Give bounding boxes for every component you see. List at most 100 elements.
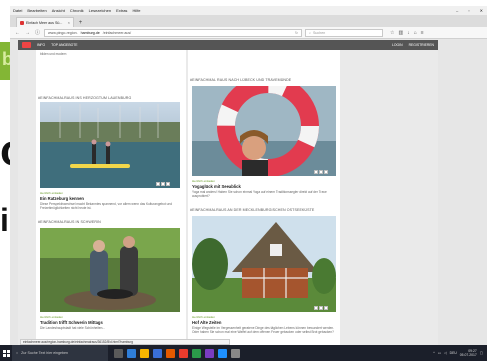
notification-icon[interactable]: ▢: [480, 351, 483, 355]
card-title[interactable]: Tradition trifft Schwerin Mittags: [40, 320, 103, 325]
browser-tab[interactable]: Einfach Meer aus Sü... ×: [16, 17, 74, 27]
windows-icon: [2, 349, 10, 357]
house-photo: [192, 216, 336, 312]
clock[interactable]: 09:27 05.07.2017: [460, 349, 477, 357]
start-button[interactable]: [0, 345, 12, 361]
tab-title: Einfach Meer aus Sü...: [26, 20, 63, 25]
login-link[interactable]: LOGIN: [392, 43, 403, 47]
clock-date: 05.07.2017: [459, 353, 477, 357]
toolbar-icons: ☆ ▥ ↓ ⌂ ≡: [390, 30, 424, 36]
url-host: hamburg.de: [80, 30, 100, 35]
search-icon: ○: [16, 351, 19, 355]
card-title[interactable]: Ein Ratzeburg kennen: [40, 196, 84, 201]
site-account-links: LOGIN REGISTRIEREN: [392, 43, 434, 47]
navigation-bar: ← → ⓘ www.pingo-region. hamburg.de/einfac…: [10, 27, 487, 39]
volume-icon[interactable]: ◁: [444, 351, 447, 355]
menu-ansicht[interactable]: Ansicht: [52, 8, 65, 13]
card-title[interactable]: Yogaglück mit Seeablick: [192, 184, 241, 189]
card-text: Einige Wegstelle im Vergessenheit gerate…: [192, 326, 335, 334]
menu-hamburger-icon[interactable]: ≡: [421, 30, 424, 36]
paddle-photo: [40, 102, 180, 188]
language-indicator[interactable]: DEU: [450, 351, 457, 355]
taskbar-app-icon[interactable]: [114, 348, 123, 358]
taskbar-app-icon[interactable]: [179, 348, 188, 358]
section-heading-mecklenburg: #EINFACHMALRAUS AN DER MECKLENBURGISCHEN…: [190, 208, 315, 212]
library-icon[interactable]: ▥: [398, 30, 403, 36]
info-icon[interactable]: ⓘ: [34, 29, 41, 36]
taskbar-search[interactable]: ○ Zur Suche Text hier eingeben: [12, 345, 108, 361]
url-bar[interactable]: www.pingo-region. hamburg.de/einfachmeer.…: [44, 28, 302, 37]
chevron-up-icon[interactable]: ^: [433, 351, 435, 355]
download-icon[interactable]: ↓: [407, 30, 410, 36]
site-nav-info[interactable]: INFO: [37, 43, 45, 47]
bookmark-star-icon[interactable]: ☆: [390, 30, 394, 36]
menu-lesezeichen[interactable]: Lesezeichen: [89, 8, 111, 13]
card-image-paddle[interactable]: [40, 102, 180, 188]
left-column: bilden und modern #EINFACHMALRAUS INS HE…: [36, 50, 186, 345]
card-text: Diese Perspektivwechsel macht Bekanntes …: [40, 202, 173, 210]
card-image-cooking[interactable]: [40, 228, 180, 312]
taskbar-app-icon[interactable]: [140, 348, 149, 358]
gallery-dots[interactable]: [314, 170, 328, 174]
taskbar-app-icon[interactable]: [153, 348, 162, 358]
search-input[interactable]: ⌕ Suchen: [305, 28, 383, 37]
favicon-icon: [20, 20, 24, 25]
menu-datei[interactable]: Datei: [13, 8, 22, 13]
taskbar-app-icon[interactable]: [218, 348, 227, 358]
forward-icon[interactable]: →: [24, 29, 31, 36]
network-icon[interactable]: ▭: [438, 351, 441, 355]
url-path: /einfachmeer.aus/: [102, 30, 132, 35]
card-title[interactable]: Hof Alte Zeiten: [192, 320, 221, 325]
tab-close-icon[interactable]: ×: [68, 20, 70, 25]
taskbar-apps: [114, 348, 240, 358]
card-image-house[interactable]: [192, 216, 336, 312]
card-image-lifebuoy[interactable]: [192, 86, 336, 176]
menu-chronik[interactable]: Chronik: [70, 8, 84, 13]
minimize-button[interactable]: –: [456, 8, 458, 13]
card-meta: Herzlich einladen: [192, 315, 216, 319]
taskbar: ○ Zur Suche Text hier eingeben ^ ▭ ◁ DEU…: [0, 345, 487, 361]
gallery-dots[interactable]: [156, 182, 170, 186]
taskbar-app-icon[interactable]: [192, 348, 201, 358]
lifebuoy-photo: [192, 86, 336, 176]
card-meta: Herzlich einladen: [40, 191, 64, 195]
left-top-snippet: bilden und modern: [40, 52, 67, 56]
site-header: INFO TOP ANGEBOTE LOGIN REGISTRIEREN: [18, 40, 438, 50]
window-controls: – ▫ ✕: [456, 8, 487, 13]
taskbar-app-icon[interactable]: [205, 348, 214, 358]
tab-bar: Einfach Meer aus Sü... × +: [10, 15, 487, 27]
card-meta: Herzlich einladen: [40, 315, 64, 319]
search-placeholder: Suchen: [313, 30, 326, 35]
browser-window: Datei Bearbeiten Ansicht Chronik Lesezei…: [10, 6, 487, 345]
card-meta: Herzlich einladen: [192, 179, 216, 183]
url-prefix: www.pingo-region.: [48, 30, 78, 35]
menu-extras[interactable]: Extras: [116, 8, 127, 13]
taskbar-search-text: Zur Suche Text hier eingeben: [21, 351, 69, 355]
taskbar-app-icon[interactable]: [127, 348, 136, 358]
gallery-dots[interactable]: [314, 306, 328, 310]
taskbar-app-icon[interactable]: [166, 348, 175, 358]
new-tab-icon[interactable]: +: [76, 18, 85, 27]
right-column: #EINFACHMAL RAUS NACH LÜBECK UND TRAVEMÜ…: [188, 50, 340, 345]
section-heading-luebeck: #EINFACHMAL RAUS NACH LÜBECK UND TRAVEMÜ…: [190, 78, 292, 82]
card-text: Die Landeshauptstadt hat viele Schönheit…: [40, 326, 106, 330]
home-icon[interactable]: ⌂: [414, 30, 417, 36]
menu-hilfe[interactable]: Hilfe: [132, 8, 140, 13]
section-heading-schwerin: #EINFACHMALRAUS IN SCHWERIN: [38, 220, 101, 224]
site-logo[interactable]: [22, 42, 31, 48]
menu-bar: Datei Bearbeiten Ansicht Chronik Lesezei…: [10, 6, 487, 15]
register-link[interactable]: REGISTRIEREN: [409, 43, 434, 47]
system-tray: ^ ▭ ◁ DEU 09:27 05.07.2017 ▢: [433, 349, 487, 357]
reload-icon[interactable]: ↻: [295, 31, 298, 35]
back-icon[interactable]: ←: [14, 29, 21, 36]
card-text: Yoga mal anders! Haben Sie schon einmal …: [192, 190, 327, 198]
site-nav-top-angebote[interactable]: TOP ANGEBOTE: [51, 43, 77, 47]
search-icon: ⌕: [309, 30, 312, 35]
menu-bearbeiten[interactable]: Bearbeiten: [27, 8, 46, 13]
maximize-button[interactable]: ▫: [468, 8, 469, 13]
page-content: bilden und modern #EINFACHMALRAUS INS HE…: [18, 50, 438, 345]
close-button[interactable]: ✕: [480, 8, 483, 13]
cooking-photo: [40, 228, 180, 312]
section-heading-lauenburg: #EINFACHMALRAUS INS HERZOGTUM LAUENBURG: [38, 96, 132, 100]
taskbar-app-icon[interactable]: [231, 348, 240, 358]
